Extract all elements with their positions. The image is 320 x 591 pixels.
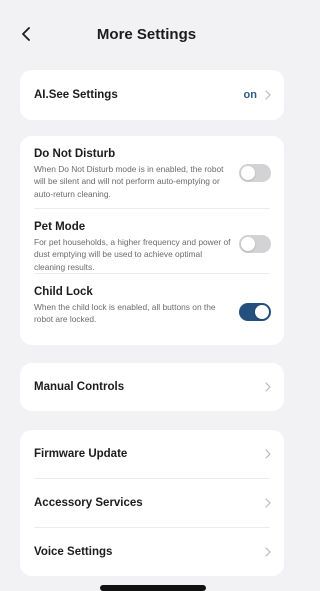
do-not-disturb-toggle[interactable] <box>239 164 271 182</box>
do-not-disturb-title: Do Not Disturb <box>34 148 116 160</box>
firmware-update-label: Firmware Update <box>34 448 128 460</box>
chevron-right-icon <box>265 382 271 392</box>
header: More Settings <box>0 0 293 70</box>
home-indicator <box>100 585 206 591</box>
do-not-disturb-description: When Do Not Disturb mode is in enabled, … <box>34 164 224 199</box>
manual-card: Manual Controls <box>20 363 284 411</box>
chevron-right-icon <box>265 449 271 459</box>
aisee-settings-row[interactable]: AI.See Settings on <box>20 70 284 120</box>
accessory-services-row[interactable]: Accessory Services <box>20 479 284 527</box>
firmware-update-row[interactable]: Firmware Update <box>20 430 284 478</box>
accessory-services-label: Accessory Services <box>34 497 143 509</box>
aisee-settings-label: AI.See Settings <box>34 89 118 101</box>
child-lock-row: Child Lock When the child lock is enable… <box>20 274 284 344</box>
do-not-disturb-row: Do Not Disturb When Do Not Disturb mode … <box>20 136 284 208</box>
more-settings-card: Firmware Update Accessory Services Voice… <box>20 430 284 576</box>
child-lock-toggle[interactable] <box>239 303 271 321</box>
manual-controls-row[interactable]: Manual Controls <box>20 363 284 411</box>
toggle-knob <box>241 237 255 251</box>
aisee-status-value: on <box>243 89 257 101</box>
manual-controls-label: Manual Controls <box>34 381 125 393</box>
pet-mode-toggle[interactable] <box>239 235 271 253</box>
chevron-right-icon <box>265 498 271 508</box>
chevron-right-icon <box>265 90 271 100</box>
pet-mode-row: Pet Mode For pet households, a higher fr… <box>20 209 284 273</box>
voice-settings-row[interactable]: Voice Settings <box>20 528 284 576</box>
toggles-card: Do Not Disturb When Do Not Disturb mode … <box>20 136 284 345</box>
toggle-knob <box>255 305 269 319</box>
chevron-right-icon <box>265 547 271 557</box>
pet-mode-description: For pet households, a higher frequency a… <box>34 237 231 272</box>
voice-settings-label: Voice Settings <box>34 546 113 558</box>
child-lock-title: Child Lock <box>34 286 93 298</box>
pet-mode-title: Pet Mode <box>34 221 86 233</box>
child-lock-description: When the child lock is enabled, all butt… <box>34 302 216 325</box>
page-title: More Settings <box>96 26 197 43</box>
aisee-card: AI.See Settings on <box>20 70 284 120</box>
toggle-knob <box>241 166 255 180</box>
